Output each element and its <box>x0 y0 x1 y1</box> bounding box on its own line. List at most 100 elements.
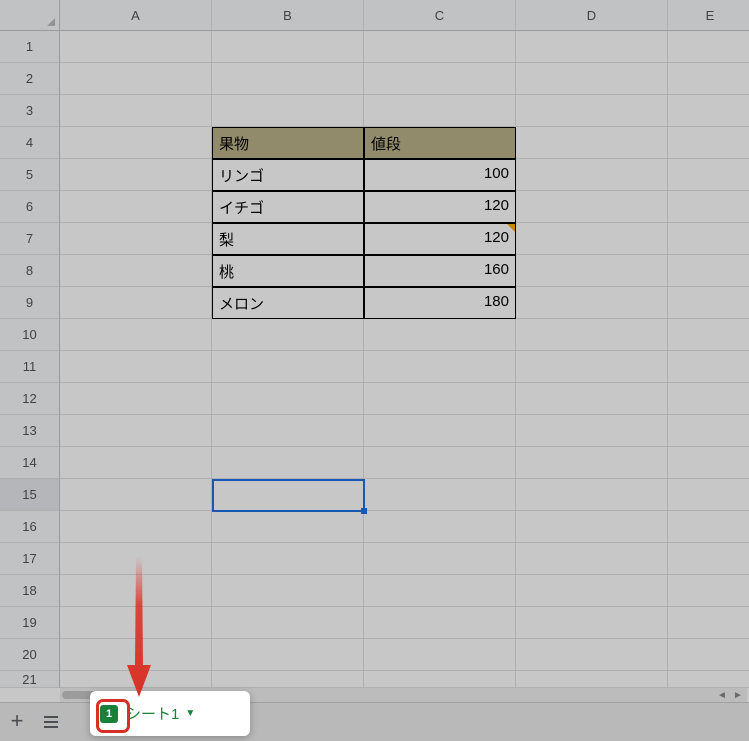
cell[interactable] <box>516 63 668 95</box>
cell[interactable] <box>212 319 364 351</box>
col-header-e[interactable]: E <box>668 0 749 31</box>
cell-b4[interactable]: 果物 <box>212 127 364 159</box>
row-header[interactable]: 4 <box>0 127 60 159</box>
cell[interactable] <box>364 479 516 511</box>
cell[interactable] <box>668 511 749 543</box>
cell[interactable] <box>60 511 212 543</box>
cell[interactable] <box>668 671 749 688</box>
row-header[interactable]: 1 <box>0 31 60 63</box>
cell[interactable] <box>364 319 516 351</box>
cell[interactable] <box>60 543 212 575</box>
cell[interactable] <box>668 159 749 191</box>
cell[interactable] <box>364 575 516 607</box>
row-header[interactable]: 18 <box>0 575 60 607</box>
cell[interactable] <box>212 479 364 511</box>
cell[interactable] <box>668 479 749 511</box>
cell[interactable] <box>60 639 212 671</box>
cell[interactable] <box>668 351 749 383</box>
note-indicator-icon[interactable] <box>507 224 515 232</box>
cell[interactable] <box>516 351 668 383</box>
cell-c7[interactable]: 120 <box>364 223 516 255</box>
cell-b7[interactable]: 梨 <box>212 223 364 255</box>
row-header[interactable]: 8 <box>0 255 60 287</box>
row-header[interactable]: 7 <box>0 223 60 255</box>
cell[interactable] <box>516 575 668 607</box>
cell[interactable] <box>668 415 749 447</box>
cell[interactable] <box>516 671 668 688</box>
cell[interactable] <box>364 671 516 688</box>
cell[interactable] <box>668 447 749 479</box>
cell-b9[interactable]: メロン <box>212 287 364 319</box>
row-header[interactable]: 11 <box>0 351 60 383</box>
col-header-c[interactable]: C <box>364 0 516 31</box>
row-header[interactable]: 10 <box>0 319 60 351</box>
cell[interactable] <box>668 575 749 607</box>
cell[interactable] <box>364 63 516 95</box>
cell[interactable] <box>516 383 668 415</box>
cell[interactable] <box>364 511 516 543</box>
col-header-a[interactable]: A <box>60 0 212 31</box>
cell[interactable] <box>60 127 212 159</box>
row-header[interactable]: 17 <box>0 543 60 575</box>
cell-c9[interactable]: 180 <box>364 287 516 319</box>
cell[interactable] <box>212 511 364 543</box>
cell[interactable] <box>364 351 516 383</box>
row-header[interactable]: 5 <box>0 159 60 191</box>
cell[interactable] <box>60 479 212 511</box>
cell[interactable] <box>364 31 516 63</box>
cell[interactable] <box>516 95 668 127</box>
cell-b8[interactable]: 桃 <box>212 255 364 287</box>
row-header[interactable]: 3 <box>0 95 60 127</box>
add-sheet-button[interactable] <box>0 703 34 741</box>
row-header[interactable]: 20 <box>0 639 60 671</box>
cell[interactable] <box>364 543 516 575</box>
chevron-down-icon[interactable]: ▼ <box>185 708 195 719</box>
row-header[interactable]: 15 <box>0 479 60 511</box>
cell[interactable] <box>212 95 364 127</box>
row-header[interactable]: 14 <box>0 447 60 479</box>
cell[interactable] <box>60 287 212 319</box>
cell[interactable] <box>364 415 516 447</box>
cell-b6[interactable]: イチゴ <box>212 191 364 223</box>
cell[interactable] <box>212 383 364 415</box>
cell[interactable] <box>668 31 749 63</box>
cell[interactable] <box>364 639 516 671</box>
cell[interactable] <box>668 607 749 639</box>
cell[interactable] <box>668 543 749 575</box>
cell[interactable] <box>516 223 668 255</box>
cell[interactable] <box>668 63 749 95</box>
cell[interactable] <box>668 287 749 319</box>
cell[interactable] <box>668 95 749 127</box>
cell[interactable] <box>668 639 749 671</box>
scroll-left-icon[interactable]: ◄ <box>715 690 729 700</box>
cell[interactable] <box>516 447 668 479</box>
cell[interactable] <box>60 223 212 255</box>
cell[interactable] <box>212 31 364 63</box>
cell-c5[interactable]: 100 <box>364 159 516 191</box>
cell[interactable] <box>516 511 668 543</box>
row-header[interactable]: 2 <box>0 63 60 95</box>
cell[interactable] <box>516 31 668 63</box>
cell[interactable] <box>516 127 668 159</box>
cell[interactable] <box>60 31 212 63</box>
col-header-d[interactable]: D <box>516 0 668 31</box>
cell[interactable] <box>516 607 668 639</box>
cell[interactable] <box>516 191 668 223</box>
cell[interactable] <box>668 319 749 351</box>
col-header-b[interactable]: B <box>212 0 364 31</box>
cell[interactable] <box>668 383 749 415</box>
cell[interactable] <box>212 351 364 383</box>
cell[interactable] <box>516 159 668 191</box>
cell[interactable] <box>212 63 364 95</box>
cell[interactable] <box>364 447 516 479</box>
cell[interactable] <box>212 607 364 639</box>
cell[interactable] <box>212 447 364 479</box>
cell[interactable] <box>668 255 749 287</box>
cell[interactable] <box>516 639 668 671</box>
cell[interactable] <box>668 127 749 159</box>
scroll-right-icon[interactable]: ► <box>731 690 745 700</box>
cell[interactable] <box>212 575 364 607</box>
cell[interactable] <box>364 607 516 639</box>
all-sheets-button[interactable] <box>34 703 68 741</box>
cell[interactable] <box>60 319 212 351</box>
